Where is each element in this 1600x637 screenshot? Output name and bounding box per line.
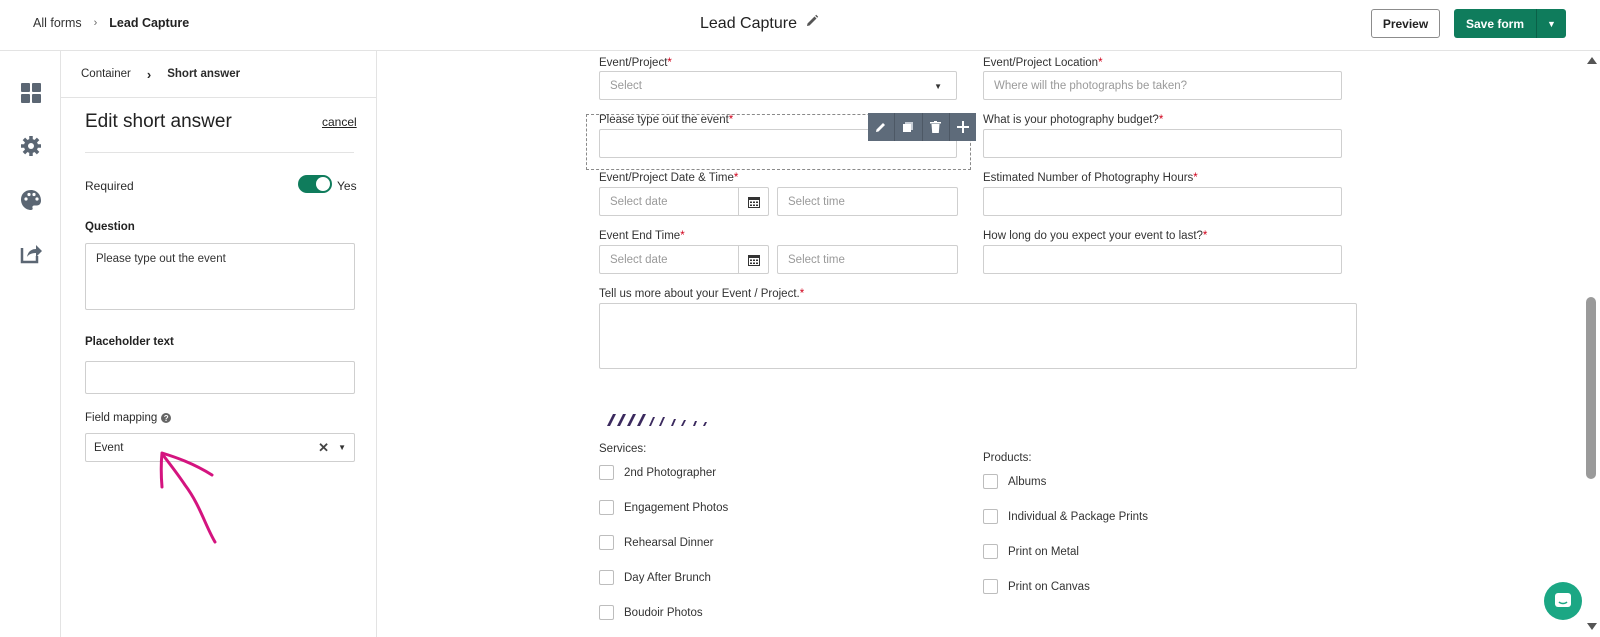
calendar-icon (738, 246, 768, 273)
end-time-input[interactable]: Select time (777, 245, 958, 274)
field-label-hours: Estimated Number of Photography Hours* (983, 172, 1198, 184)
checkbox (983, 474, 998, 489)
save-form-button[interactable]: Save form (1454, 9, 1537, 38)
pencil-icon[interactable] (868, 113, 896, 141)
field-mapping-label: Field mapping (85, 412, 158, 424)
budget-input[interactable] (983, 129, 1342, 158)
form-canvas: Event/Project* Select ▼ Event/Project Loc… (377, 51, 1582, 637)
chevron-right-icon: › (146, 66, 152, 82)
top-bar: All forms › Lead Capture Lead Capture Pr… (0, 0, 1600, 51)
annotation-arrow (159, 451, 217, 544)
scroll-down-icon[interactable] (1587, 623, 1597, 630)
more-textarea[interactable] (599, 303, 1357, 369)
plus-icon[interactable] (950, 113, 976, 141)
scroll-thumb[interactable] (1586, 297, 1596, 479)
form-title[interactable]: Lead Capture (700, 14, 819, 33)
checkbox (599, 535, 614, 550)
field-toolbar (868, 113, 976, 141)
cancel-link[interactable]: cancel (322, 115, 357, 129)
field-label-end-time: Event End Time* (599, 230, 685, 242)
duration-input[interactable] (983, 245, 1342, 274)
panel-title: Edit short answer (85, 111, 232, 132)
time-input[interactable]: Select time (777, 187, 958, 216)
question-textarea[interactable]: Please type out the event (85, 243, 355, 310)
required-toggle[interactable] (298, 175, 332, 193)
logo-image (607, 414, 707, 426)
scrollbar[interactable] (1582, 51, 1600, 637)
services-label: Services: (599, 443, 647, 455)
breadcrumb: All forms › Lead Capture (33, 16, 189, 30)
divider (85, 152, 354, 153)
field-label-more: Tell us more about your Event / Project.… (599, 288, 805, 300)
placeholder-input[interactable] (85, 361, 355, 394)
checkbox (599, 500, 614, 515)
scroll-up-icon[interactable] (1587, 57, 1597, 64)
duplicate-icon[interactable] (895, 113, 923, 141)
preview-button[interactable]: Preview (1371, 9, 1440, 38)
checkbox (599, 605, 614, 620)
service-checkbox[interactable]: 2nd Photographer (599, 465, 716, 480)
products-label: Products: (983, 452, 1032, 464)
required-value: Yes (337, 179, 357, 193)
panel-crumb-current: Short answer (167, 68, 241, 80)
calendar-icon (738, 188, 768, 215)
left-rail (0, 51, 61, 637)
chevron-right-icon: › (93, 17, 98, 29)
product-checkbox[interactable]: Albums (983, 474, 1046, 489)
chevron-down-icon: ▼ (934, 82, 942, 91)
breadcrumb-current: Lead Capture (109, 16, 190, 30)
save-form-button-group: Save form ▼ (1454, 9, 1566, 38)
field-label-duration: How long do you expect your event to las… (983, 230, 1208, 242)
gear-icon[interactable] (19, 134, 43, 158)
field-label-date-time: Event/Project Date & Time* (599, 172, 739, 184)
pencil-icon[interactable] (805, 14, 819, 33)
service-checkbox[interactable]: Rehearsal Dinner (599, 535, 714, 550)
service-checkbox[interactable]: Boudoir Photos (599, 605, 703, 620)
question-label: Question (85, 221, 135, 233)
field-label-budget: What is your photography budget?* (983, 114, 1164, 126)
chat-icon[interactable] (1544, 582, 1582, 620)
chevron-down-icon[interactable]: ▼ (1537, 9, 1566, 38)
date-input[interactable]: Select date (599, 187, 769, 216)
checkbox (983, 579, 998, 594)
field-label-type-event: Please type out the event* (599, 114, 734, 126)
help-icon[interactable]: ? (161, 413, 172, 423)
end-date-input[interactable]: Select date (599, 245, 769, 274)
service-checkbox[interactable]: Day After Brunch (599, 570, 711, 585)
checkbox (983, 509, 998, 524)
product-checkbox[interactable]: Individual & Package Prints (983, 509, 1148, 524)
field-mapping-label-row: Field mapping ? (85, 412, 172, 424)
event-location-input[interactable]: Where will the photographs be taken? (983, 71, 1342, 100)
product-checkbox[interactable]: Print on Canvas (983, 579, 1090, 594)
field-label-event-location: Event/Project Location* (983, 57, 1103, 69)
field-mapping-value: Event (94, 442, 124, 454)
field-label-event-project: Event/Project* (599, 57, 672, 69)
checkbox (983, 544, 998, 559)
service-checkbox[interactable]: Engagement Photos (599, 500, 728, 515)
hours-input[interactable] (983, 187, 1342, 216)
trash-icon[interactable] (923, 113, 950, 141)
palette-icon[interactable] (19, 188, 43, 212)
event-project-select[interactable]: Select ▼ (599, 71, 957, 100)
product-checkbox[interactable]: Print on Metal (983, 544, 1079, 559)
dashboard-icon[interactable] (19, 81, 43, 105)
clear-icon[interactable]: ✕ (318, 440, 329, 456)
placeholder-label: Placeholder text (85, 336, 174, 348)
chevron-down-icon[interactable]: ▼ (338, 443, 346, 452)
share-icon[interactable] (19, 241, 43, 265)
breadcrumb-all-forms[interactable]: All forms (33, 16, 82, 30)
checkbox (599, 465, 614, 480)
panel-crumb-container[interactable]: Container (81, 68, 131, 80)
checkbox (599, 570, 614, 585)
panel-breadcrumb: Container › Short answer (61, 51, 376, 98)
required-label: Required (85, 179, 134, 193)
form-title-text: Lead Capture (700, 14, 797, 32)
